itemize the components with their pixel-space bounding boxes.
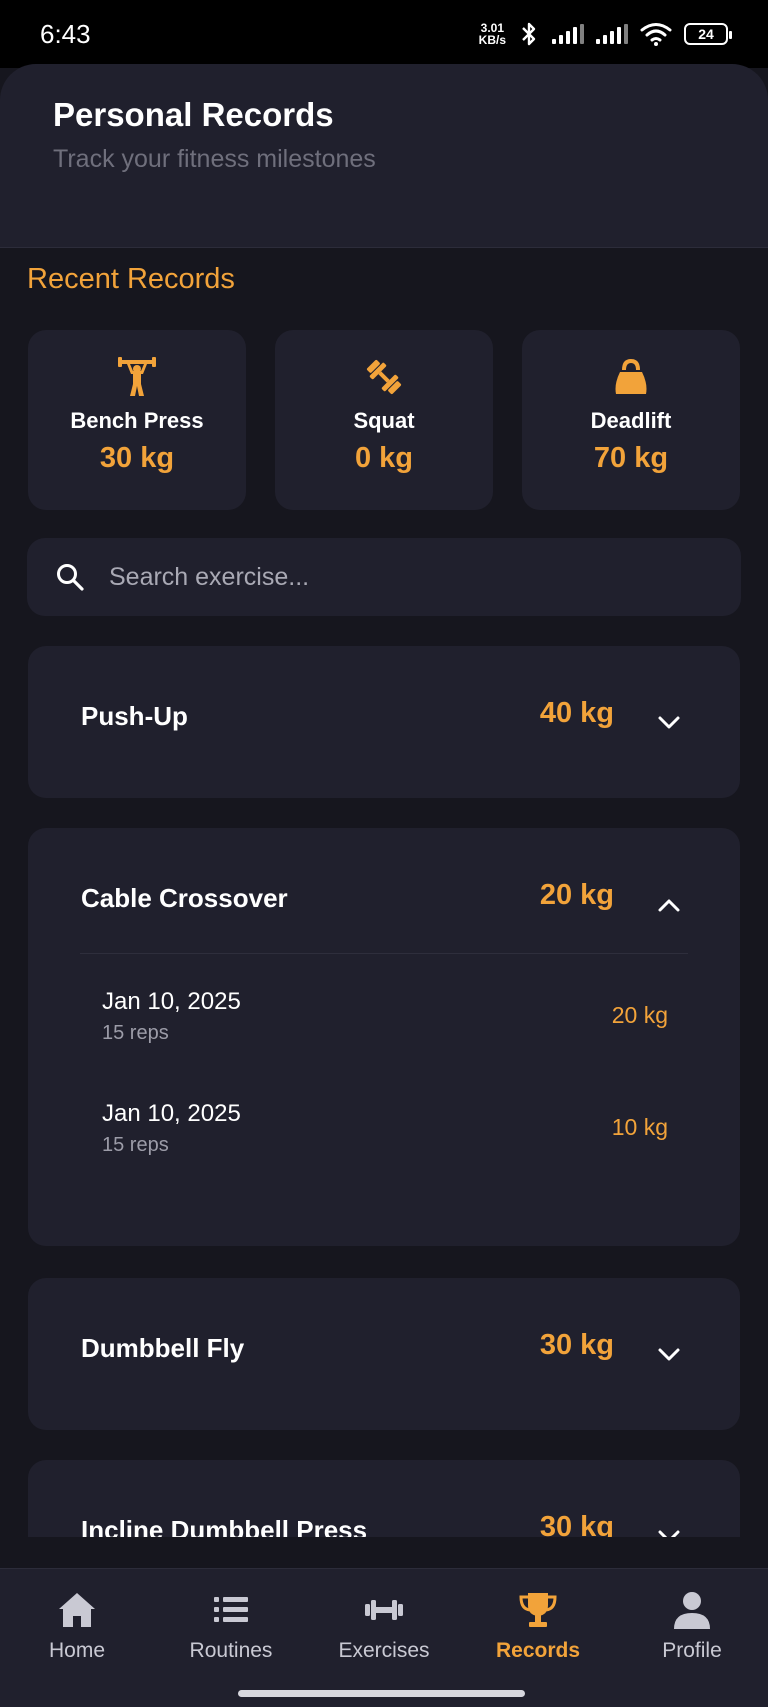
nav-label: Home (48, 1639, 106, 1662)
exercise-header[interactable]: Cable Crossover 20 kg (28, 828, 740, 980)
exercise-header[interactable]: Push-Up 40 kg (28, 646, 740, 798)
exercise-name: Push-Up (81, 701, 188, 731)
exercise-name: Incline Dumbbell Press (81, 1515, 368, 1537)
chevron-up-icon[interactable] (654, 890, 684, 920)
exercise-name: Dumbbell Fly (81, 1333, 245, 1363)
nav-item-records[interactable]: Records (478, 1589, 598, 1663)
user-icon (674, 1592, 710, 1629)
bottom-nav: Home Routines Exercises Records Profile (0, 1568, 768, 1707)
history-date: Jan 10, 2025 (102, 988, 241, 1015)
history-row: Jan 10, 2025 15 reps 10 kg (28, 1092, 740, 1204)
exercise-best-weight: 20 kg (539, 879, 614, 911)
home-indicator[interactable] (238, 1690, 525, 1697)
exercise-card-dumbbell-fly[interactable]: Dumbbell Fly 30 kg (28, 1278, 740, 1430)
nav-item-home[interactable]: Home (17, 1589, 137, 1663)
chevron-down-icon[interactable] (654, 1522, 684, 1537)
nav-item-exercises[interactable]: Exercises (324, 1589, 444, 1663)
history-row: Jan 10, 2025 15 reps 20 kg (28, 980, 740, 1092)
nav-label: Records (495, 1639, 581, 1662)
nav-label: Routines (189, 1639, 273, 1662)
exercise-best-weight: 40 kg (539, 697, 614, 729)
exercise-header[interactable]: Incline Dumbbell Press 30 kg (28, 1460, 740, 1537)
history-weight: 10 kg (611, 1114, 668, 1140)
dumbbell-icon (365, 1600, 403, 1620)
screen: 6:43 3.01 KB/s 24 Personal Records Track… (0, 0, 768, 1707)
chevron-down-icon[interactable] (654, 708, 684, 738)
chevron-down-icon[interactable] (654, 1340, 684, 1370)
exercise-best-weight: 30 kg (539, 1329, 614, 1361)
trophy-icon (519, 1593, 557, 1627)
exercise-best-weight: 30 kg (539, 1511, 614, 1537)
exercise-list: Push-Up 40 kg Cable Crossover 20 kg Jan … (0, 0, 768, 1537)
exercise-card-push-up[interactable]: Push-Up 40 kg (28, 646, 740, 798)
nav-label: Exercises (338, 1639, 430, 1662)
history-reps: 15 reps (102, 1022, 169, 1044)
divider (80, 953, 688, 954)
history-reps: 15 reps (102, 1134, 169, 1156)
history-date: Jan 10, 2025 (102, 1100, 241, 1127)
home-icon (59, 1593, 95, 1627)
nav-item-profile[interactable]: Profile (632, 1589, 752, 1663)
nav-label: Profile (662, 1639, 722, 1662)
exercise-card-cable-crossover[interactable]: Cable Crossover 20 kg Jan 10, 2025 15 re… (28, 828, 740, 1246)
history-weight: 20 kg (611, 1002, 668, 1028)
exercise-header[interactable]: Dumbbell Fly 30 kg (28, 1278, 740, 1430)
nav-item-routines[interactable]: Routines (171, 1589, 291, 1663)
exercise-card-incline-dumbbell-press[interactable]: Incline Dumbbell Press 30 kg (28, 1460, 740, 1537)
exercise-name: Cable Crossover (81, 883, 288, 913)
list-icon (214, 1597, 248, 1622)
